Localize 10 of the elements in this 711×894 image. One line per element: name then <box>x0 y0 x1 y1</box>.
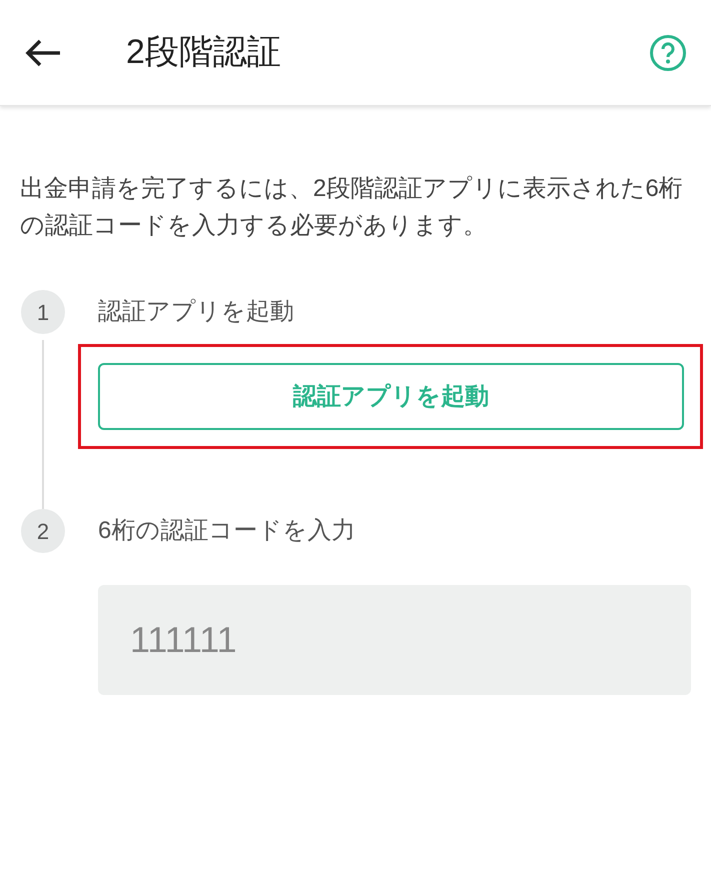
back-icon[interactable] <box>24 38 62 68</box>
description-text: 出金申請を完了するには、2段階認証アプリに表示された6桁の認証コードを入力する必要があります。 <box>20 174 684 241</box>
page-title: 2段階認証 <box>126 32 282 73</box>
step-label: 6桁の認証コードを入力 <box>98 516 356 546</box>
launch-app-button[interactable]: 認証アプリを起動 <box>98 363 684 430</box>
step-number: 1 <box>21 290 65 334</box>
help-icon[interactable] <box>649 34 687 72</box>
step-number: 2 <box>21 509 65 553</box>
code-input-field[interactable]: 111111 <box>98 585 691 695</box>
step-label: 認証アプリを起動 <box>98 297 295 327</box>
